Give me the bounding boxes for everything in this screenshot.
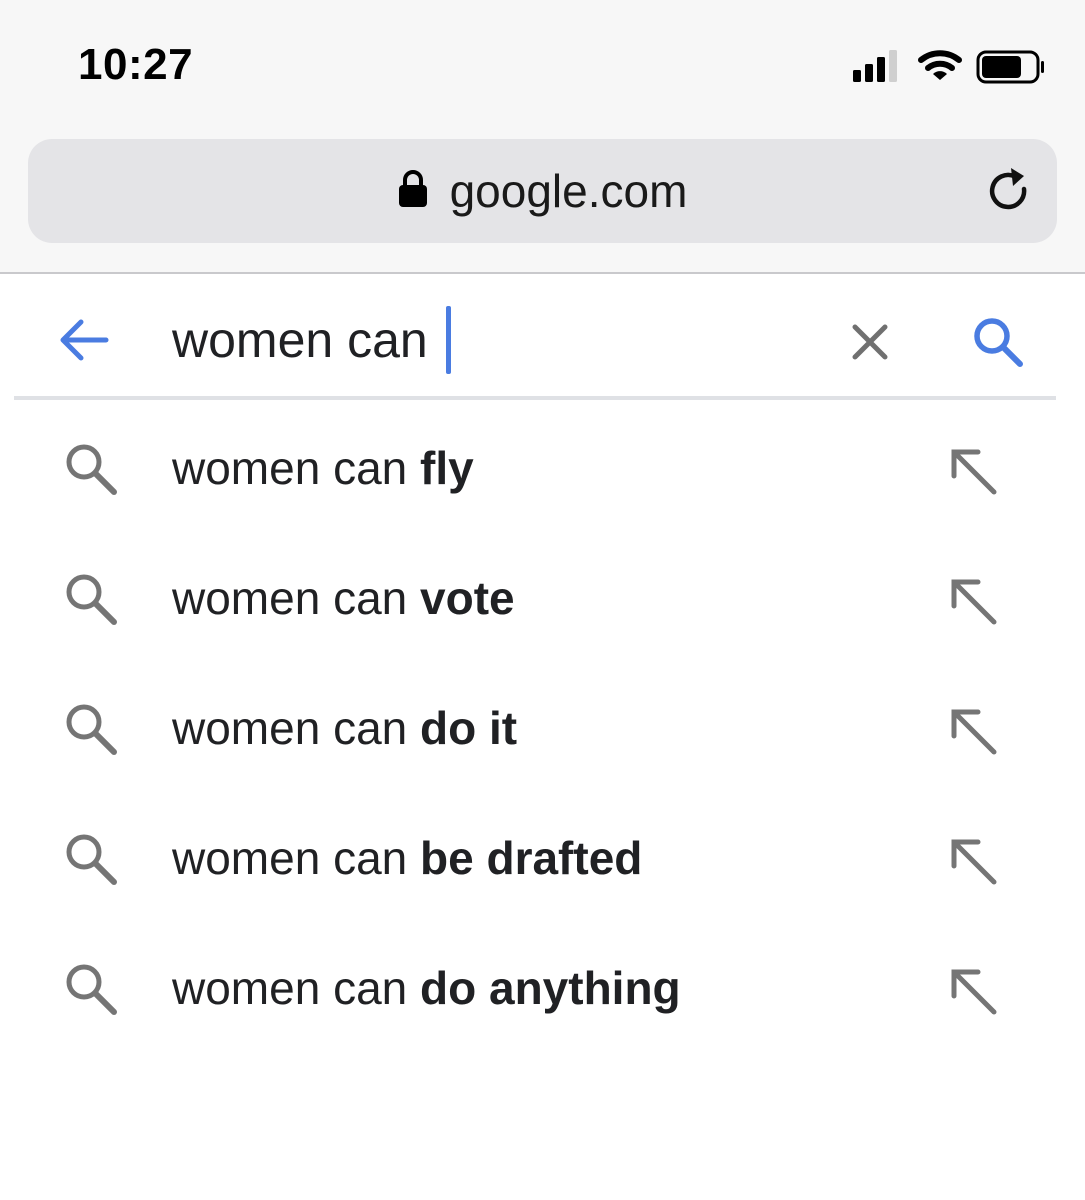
status-bar: 10:27 [0,0,1085,120]
search-icon[interactable] [970,314,1026,370]
suggestion-prefix: women can [172,572,421,624]
fill-query-arrow-icon[interactable] [946,444,998,496]
suggestion-completion: do anything [420,962,681,1014]
lock-icon [398,169,428,214]
suggestion-completion: be drafted [420,832,643,884]
suggestion-item[interactable]: women can fly [0,402,1085,532]
suggestion-item[interactable]: women can vote [0,532,1085,662]
search-icon [62,700,120,758]
reload-icon[interactable] [985,167,1033,215]
search-icon [62,440,120,498]
suggestion-text[interactable]: women can vote [172,570,515,626]
text-caret [445,306,451,374]
browser-chrome: google.com [0,120,1085,274]
suggestion-completion: vote [420,572,515,624]
search-icon [62,830,120,888]
suggestion-prefix: women can [172,702,421,754]
suggestion-prefix: women can [172,442,421,494]
status-time: 10:27 [78,40,194,89]
status-icons [845,46,1045,86]
suggestion-text[interactable]: women can do it [172,700,517,756]
url-text[interactable]: google.com [450,164,688,218]
suggestion-list: women can fly women can vote women can d… [0,402,1085,1052]
fill-query-arrow-icon[interactable] [946,704,998,756]
search-icon [62,960,120,1018]
suggestion-item[interactable]: women can do anything [0,922,1085,1052]
back-arrow-icon[interactable] [58,318,110,362]
wifi-icon [918,50,962,80]
fill-query-arrow-icon[interactable] [946,574,998,626]
suggestion-text[interactable]: women can fly [172,440,474,496]
search-input[interactable]: women can [172,306,451,374]
suggestion-prefix: women can [172,962,421,1014]
battery-icon [976,50,1044,84]
search-query-text[interactable]: women can [172,311,442,369]
suggestion-text[interactable]: women can be drafted [172,830,642,886]
address-bar[interactable]: google.com [28,139,1057,243]
suggestion-item[interactable]: women can do it [0,662,1085,792]
search-icon [62,570,120,628]
fill-query-arrow-icon[interactable] [946,834,998,886]
suggestion-completion: do it [420,702,518,754]
signal-icon [853,50,897,82]
close-icon[interactable] [850,322,890,362]
suggestion-completion: fly [420,442,474,494]
search-bar: women can [14,274,1056,400]
fill-query-arrow-icon[interactable] [946,964,998,1016]
suggestion-prefix: women can [172,832,421,884]
suggestion-text[interactable]: women can do anything [172,960,681,1016]
suggestion-item[interactable]: women can be drafted [0,792,1085,922]
